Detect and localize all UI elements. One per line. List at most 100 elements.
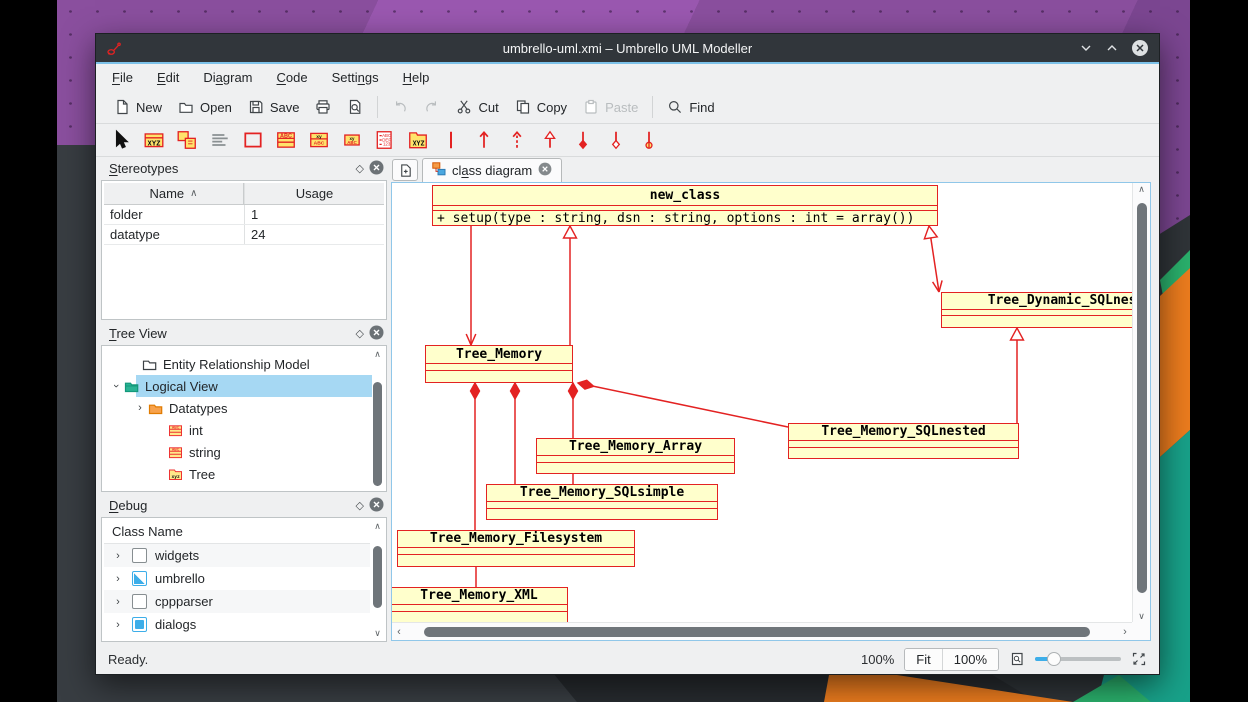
- checkbox-dialogs[interactable]: [132, 617, 147, 632]
- uml-class-title: Tree_Memory_Filesystem: [398, 531, 634, 548]
- scroll-up-icon[interactable]: ∧: [374, 520, 381, 532]
- expander-icon[interactable]: ›: [112, 619, 124, 631]
- float-panel-icon[interactable]: ◇: [356, 327, 364, 340]
- entity-tool-button[interactable]: xyABC: [339, 127, 365, 153]
- pointer-tool-button[interactable]: [108, 127, 134, 153]
- copy-button[interactable]: Copy: [507, 95, 575, 119]
- tree-item-int[interactable]: ABCint: [104, 419, 370, 441]
- titlebar[interactable]: umbrello-uml.xmi – Umbrello UML Modeller: [96, 34, 1159, 62]
- float-panel-icon[interactable]: ◇: [356, 499, 364, 512]
- new-button[interactable]: New: [106, 95, 170, 119]
- uml-class-Tree_Memory[interactable]: Tree_Memory: [425, 345, 573, 383]
- print-button[interactable]: [307, 95, 339, 119]
- scroll-left-icon[interactable]: ‹: [392, 626, 406, 638]
- menu-diagram[interactable]: Diagram: [203, 70, 252, 85]
- class-tool-button[interactable]: ABC: [273, 127, 299, 153]
- debug-item-widgets[interactable]: ›widgets: [104, 544, 370, 567]
- menu-settings[interactable]: Settings: [332, 70, 379, 85]
- column-header-name[interactable]: Name ∧: [104, 183, 244, 204]
- canvas-vertical-scrollbar[interactable]: ∧ ∨: [1132, 183, 1150, 622]
- scroll-up-icon[interactable]: ∧: [374, 348, 381, 360]
- float-panel-icon[interactable]: ◇: [356, 162, 364, 175]
- debug-item-dialogs[interactable]: ›dialogs: [104, 613, 370, 636]
- tree-item-tree[interactable]: xyzTree: [104, 463, 370, 485]
- checkbox-umbrello[interactable]: [132, 571, 147, 586]
- datatype-tool-button[interactable]: XYZ: [141, 127, 167, 153]
- debug-item-cppparser[interactable]: ›cppparser: [104, 590, 370, 613]
- minimize-icon[interactable]: [1079, 41, 1093, 55]
- stereotype-row[interactable]: folder1: [104, 205, 384, 225]
- close-panel-icon[interactable]: [369, 325, 384, 343]
- box-tool-button[interactable]: [240, 127, 266, 153]
- menu-help[interactable]: Help: [403, 70, 430, 85]
- uml-class-Tree_Memory_SQLsimple[interactable]: Tree_Memory_SQLsimple: [486, 484, 718, 520]
- close-panel-icon[interactable]: [369, 497, 384, 515]
- maximize-icon[interactable]: [1105, 41, 1119, 55]
- interface-tool-button[interactable]: xyABC: [306, 127, 332, 153]
- uml-class-Tree_Memory_Array[interactable]: Tree_Memory_Array: [536, 438, 735, 474]
- uml-class-Tree_Memory_XML[interactable]: Tree_Memory_XML: [391, 587, 568, 627]
- close-icon[interactable]: [1131, 39, 1149, 57]
- zoom-100-button[interactable]: 100%: [942, 649, 998, 670]
- menu-file[interactable]: File: [112, 70, 133, 85]
- find-button[interactable]: Find: [659, 95, 722, 119]
- fit-button[interactable]: Fit: [905, 649, 941, 670]
- package-tool-button[interactable]: XYZ: [405, 127, 431, 153]
- checkbox-widgets[interactable]: [132, 548, 147, 563]
- uml-class-Tree_Memory_Filesystem[interactable]: Tree_Memory_Filesystem: [397, 530, 635, 567]
- close-panel-icon[interactable]: [369, 160, 384, 178]
- print-preview-button[interactable]: [339, 95, 371, 119]
- tree-view-scrollbar[interactable]: ∧ ∨: [371, 348, 384, 489]
- stereotype-row[interactable]: datatype24: [104, 225, 384, 245]
- directed-association-tool-button[interactable]: [471, 127, 497, 153]
- column-header-usage[interactable]: Usage: [244, 183, 384, 204]
- zoom-slider-handle[interactable]: [1047, 652, 1061, 666]
- debug-column-header[interactable]: Class Name: [104, 520, 370, 544]
- composition-tool-button[interactable]: [570, 127, 596, 153]
- note-tool-button[interactable]: [174, 127, 200, 153]
- cut-button[interactable]: Cut: [448, 95, 506, 119]
- dependency-tool-button[interactable]: [504, 127, 530, 153]
- zoom-fullscreen-icon[interactable]: [1131, 651, 1147, 667]
- redo-button[interactable]: [416, 95, 448, 119]
- expander-icon[interactable]: ›: [112, 550, 124, 562]
- canvas-horizontal-scrollbar[interactable]: ‹ ›: [392, 622, 1132, 640]
- checkbox-cppparser[interactable]: [132, 594, 147, 609]
- save-button[interactable]: Save: [240, 95, 308, 119]
- tree-item-logical-view[interactable]: ›Logical View: [104, 375, 370, 397]
- text-tool-button[interactable]: [207, 127, 233, 153]
- generalization-tool-button[interactable]: [537, 127, 563, 153]
- menu-edit[interactable]: Edit: [157, 70, 179, 85]
- containment-tool-button[interactable]: [636, 127, 662, 153]
- association-tool-button[interactable]: [438, 127, 464, 153]
- expander-icon[interactable]: ›: [134, 402, 146, 414]
- expander-icon[interactable]: ›: [112, 573, 124, 585]
- tree-item-string[interactable]: ABCstring: [104, 441, 370, 463]
- tree-item-datatypes[interactable]: ›Datatypes: [104, 397, 370, 419]
- expander-icon[interactable]: ›: [112, 596, 124, 608]
- scroll-down-icon[interactable]: ∨: [374, 627, 381, 639]
- expander-icon[interactable]: ›: [110, 380, 122, 392]
- new-tab-button[interactable]: [392, 159, 418, 181]
- uml-class-Tree_Dynamic_SQLnest[interactable]: Tree_Dynamic_SQLnest: [941, 292, 1151, 328]
- zoom-slider[interactable]: [1035, 651, 1121, 667]
- tree-item-entity-relationship-model[interactable]: Entity Relationship Model: [104, 353, 370, 375]
- open-button[interactable]: Open: [170, 95, 240, 119]
- tab-close-icon[interactable]: [538, 162, 552, 179]
- scroll-right-icon[interactable]: ›: [1118, 626, 1132, 638]
- uml-class-Tree_Memory_SQLnested[interactable]: Tree_Memory_SQLnested: [788, 423, 1019, 459]
- paste-button[interactable]: Paste: [575, 95, 646, 119]
- enum-tool-button[interactable]: ABCDEF123: [372, 127, 398, 153]
- scroll-down-icon[interactable]: ∨: [1138, 610, 1145, 622]
- menu-code[interactable]: Code: [277, 70, 308, 85]
- uml-class-new_class[interactable]: new_class+ setup(type : string, dsn : st…: [432, 185, 938, 226]
- debug-item-umbrello[interactable]: ›umbrello: [104, 567, 370, 590]
- diagram-canvas[interactable]: new_class+ setup(type : string, dsn : st…: [391, 182, 1151, 641]
- debug-scrollbar[interactable]: ∧ ∨: [371, 520, 384, 639]
- undo-button[interactable]: [384, 95, 416, 119]
- scroll-up-icon[interactable]: ∧: [1138, 183, 1145, 195]
- page-zoom-icon[interactable]: [1009, 651, 1025, 667]
- aggregation-tool-button[interactable]: [603, 127, 629, 153]
- tab-class-diagram[interactable]: class diagram: [422, 158, 562, 182]
- text-tool-icon: [209, 129, 231, 151]
